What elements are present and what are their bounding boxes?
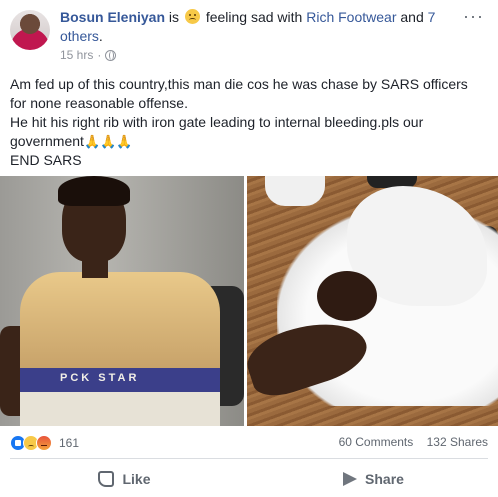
share-arrow-icon — [343, 472, 358, 486]
post-line-1: Am fed up of this country,this man die c… — [10, 76, 472, 111]
post-header: Bosun Eleniyan is feeling sad with Rich … — [0, 0, 498, 72]
is-text: is — [168, 9, 180, 25]
share-button[interactable]: Share — [249, 462, 498, 496]
photo-right[interactable] — [247, 176, 498, 426]
pray-emoji-icons: 🙏🙏🙏 — [83, 134, 133, 149]
feeling-text: feeling sad with — [205, 9, 303, 25]
post-body: Am fed up of this country,this man die c… — [10, 75, 480, 170]
like-label: Like — [122, 471, 151, 487]
shares-count[interactable]: 132 Shares — [427, 435, 488, 449]
post-line-2-text: He hit his right rib with iron gate lead… — [10, 114, 428, 149]
post-meta: 15 hrs · — [60, 48, 117, 62]
globe-icon[interactable] — [105, 49, 117, 61]
author-avatar[interactable] — [10, 10, 50, 50]
thumbs-up-icon — [98, 471, 115, 487]
reaction-count: 161 — [59, 436, 80, 450]
tagged-friend-link[interactable]: Rich Footwear — [306, 9, 396, 25]
stats-divider — [10, 458, 488, 459]
like-button[interactable]: Like — [0, 462, 249, 496]
share-label: Share — [365, 471, 404, 487]
comments-count[interactable]: 60 Comments — [339, 435, 414, 449]
sad-emoji-icon — [184, 9, 200, 24]
photo-shirt-text: PCK STAR — [60, 372, 140, 384]
photo-shoe-1 — [265, 176, 325, 206]
post-line-2: He hit his right rib with iron gate lead… — [10, 113, 480, 151]
action-bar: Like Share — [0, 462, 498, 496]
engagement-counts: 60 Comments 132 Shares — [329, 435, 488, 449]
and-text: and — [400, 9, 424, 25]
author-name[interactable]: Bosun Eleniyan — [60, 9, 165, 25]
post-headline: Bosun Eleniyan is feeling sad with Rich … — [60, 8, 440, 46]
more-options-icon[interactable]: ··· — [463, 6, 484, 27]
photo-shirt — [20, 272, 220, 426]
photo-left[interactable]: PCK STAR — [0, 176, 244, 426]
angry-reaction-icon — [36, 435, 52, 451]
post-stats: 161 60 Comments 132 Shares — [10, 433, 488, 453]
post-line-3: END SARS — [10, 152, 82, 168]
meta-dot: · — [97, 48, 102, 62]
photo-hair — [58, 176, 130, 206]
reactions-summary[interactable]: 161 — [10, 435, 79, 451]
photo-face — [317, 271, 377, 321]
post-photos: PCK STAR — [0, 176, 498, 426]
period: . — [98, 28, 103, 44]
post-time[interactable]: 15 hrs — [60, 48, 93, 62]
